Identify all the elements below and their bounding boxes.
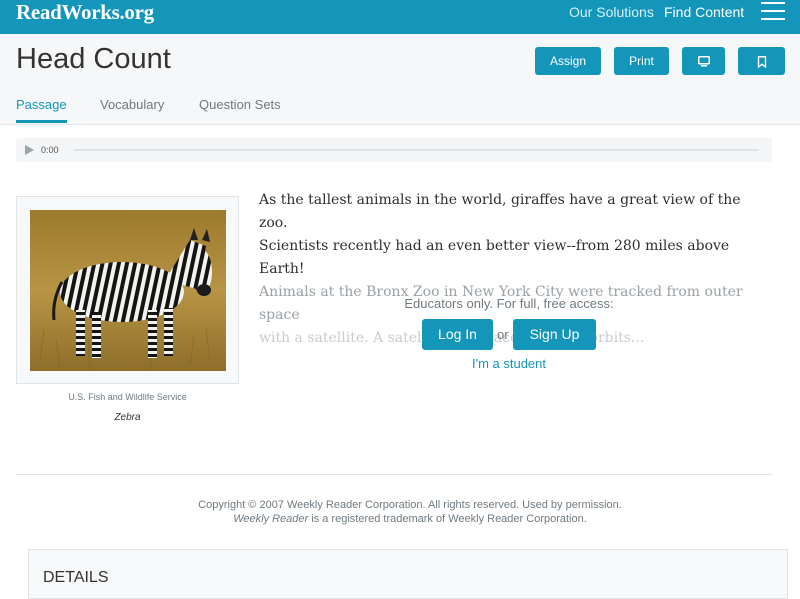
hamburger-menu-icon[interactable] bbox=[761, 2, 785, 22]
copyright-line: Copyright © 2007 Weekly Reader Corporati… bbox=[198, 499, 622, 511]
tab-passage[interactable]: Passage bbox=[16, 97, 67, 112]
passage-image-card bbox=[16, 196, 239, 384]
signup-button[interactable]: Sign Up bbox=[513, 319, 596, 350]
audio-time: 0:00 bbox=[41, 145, 59, 155]
image-credit: U.S. Fish and Wildlife Service bbox=[68, 392, 187, 402]
bookmark-icon bbox=[757, 55, 766, 69]
passage-line-faded: with a satellite. A satellite is a space… bbox=[259, 330, 645, 346]
nav-find-content[interactable]: Find Content bbox=[664, 4, 744, 20]
present-button[interactable] bbox=[682, 47, 725, 75]
educator-access-prompt: Educators only. For full, free access: bbox=[404, 296, 614, 311]
monitor-icon bbox=[697, 56, 710, 67]
section-divider bbox=[16, 474, 772, 475]
trademark-brand: Weekly Reader bbox=[233, 513, 309, 525]
passage-line: As the tallest animals in the world, gir… bbox=[259, 192, 741, 231]
passage-line: Scientists recently had an even better v… bbox=[259, 238, 730, 277]
audio-progress-track[interactable] bbox=[74, 149, 759, 151]
print-button[interactable]: Print bbox=[614, 47, 669, 75]
passage-excerpt: As the tallest animals in the world, gir… bbox=[259, 189, 759, 350]
trademark-line: Weekly Reader is a registered trademark … bbox=[16, 512, 800, 526]
page-header: Head Count Assign Print Passage Vocabula… bbox=[0, 34, 800, 125]
top-nav-bar: ReadWorks.org Our Solutions Find Content bbox=[0, 0, 800, 34]
nav-our-solutions[interactable]: Our Solutions bbox=[569, 4, 654, 20]
tab-question-sets[interactable]: Question Sets bbox=[199, 97, 281, 112]
zebra-image bbox=[30, 210, 226, 371]
audio-player: 0:00 bbox=[16, 138, 772, 162]
play-icon[interactable] bbox=[25, 145, 34, 155]
image-caption: Zebra bbox=[114, 412, 141, 423]
trademark-text: is a registered trademark of Weekly Read… bbox=[308, 513, 587, 525]
tab-vocabulary[interactable]: Vocabulary bbox=[100, 97, 164, 112]
copyright-notice: Copyright © 2007 Weekly Reader Corporati… bbox=[16, 498, 800, 526]
details-panel: DETAILS bbox=[28, 549, 788, 599]
student-link[interactable]: I'm a student bbox=[259, 356, 759, 371]
bookmark-button[interactable] bbox=[738, 47, 785, 75]
active-tab-indicator bbox=[16, 120, 67, 123]
details-title: DETAILS bbox=[43, 569, 109, 586]
readworks-logo[interactable]: ReadWorks.org bbox=[16, 0, 154, 25]
assign-button[interactable]: Assign bbox=[535, 47, 601, 75]
page-title: Head Count bbox=[16, 43, 171, 75]
login-button[interactable]: Log In bbox=[422, 319, 493, 350]
or-separator: or bbox=[497, 327, 509, 342]
